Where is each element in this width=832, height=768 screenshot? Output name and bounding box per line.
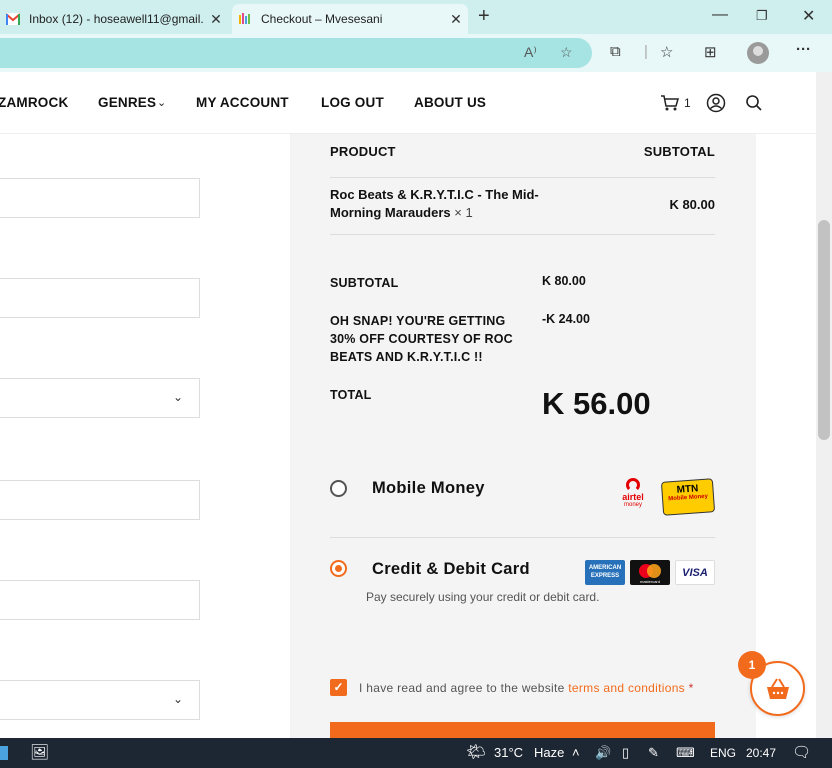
- read-aloud-icon[interactable]: A⁾: [524, 44, 537, 61]
- taskbar-app-icon[interactable]: [0, 746, 8, 760]
- extensions-icon[interactable]: ⧉: [610, 43, 621, 60]
- divider: [330, 177, 715, 178]
- subtotal-column-header: SUBTOTAL: [643, 144, 715, 159]
- product-price: K 80.00: [669, 197, 715, 212]
- tab-title: Inbox (12) - hoseawell11@gmail.com: [29, 12, 204, 26]
- more-menu-icon[interactable]: ···: [796, 41, 811, 58]
- nav-my-account[interactable]: MY ACCOUNT: [196, 95, 289, 110]
- address-bar[interactable]: A⁾ ☆: [0, 38, 592, 68]
- clock[interactable]: 20:47: [746, 746, 776, 760]
- windows-taskbar: 🖼 🌤 31°C Haze ˄ 🔊 ▯ ✎ ⌨ ENG 20:47 🗨: [0, 738, 832, 768]
- visa-logo: VISA: [675, 560, 715, 585]
- restore-icon[interactable]: ❐: [756, 8, 768, 24]
- pen-icon[interactable]: ✎: [648, 745, 659, 761]
- amex-logo: AMERICAN EXPRESS: [585, 560, 625, 585]
- total-label: TOTAL: [330, 388, 372, 402]
- billing-input[interactable]: [0, 480, 200, 520]
- taskbar-app-icon[interactable]: 🖼: [30, 743, 49, 761]
- basket-icon: [767, 678, 789, 699]
- weather-icon: 🌤: [466, 744, 487, 761]
- discount-label: OH SNAP! YOU'RE GETTING 30% OFF COURTESY…: [330, 314, 513, 364]
- nav-about-us[interactable]: ABOUT US: [414, 95, 486, 110]
- cart-count: 1: [684, 96, 691, 110]
- total-value: K 56.00: [542, 386, 651, 421]
- terms-link[interactable]: terms and conditions: [568, 681, 685, 695]
- mobile-money-radio[interactable]: [330, 480, 347, 497]
- subtotal-value: K 80.00: [542, 274, 586, 288]
- credit-card-label[interactable]: Credit & Debit Card: [372, 560, 530, 579]
- close-window-icon[interactable]: ✕: [802, 6, 815, 26]
- billing-select[interactable]: ⌄: [0, 680, 200, 720]
- profile-avatar[interactable]: [747, 42, 769, 64]
- mastercard-logo: mastercard: [630, 560, 670, 585]
- language-indicator[interactable]: ENG: [710, 746, 736, 760]
- account-icon[interactable]: [706, 93, 726, 113]
- svg-text:mastercard: mastercard: [640, 579, 660, 584]
- site-navigation: ZAMROCK GENRES ⌄ MY ACCOUNT LOG OUT ABOU…: [0, 72, 816, 134]
- place-order-button[interactable]: [330, 722, 715, 738]
- checkout-content: ⌄ ⌄ PRODUCT SUBTOTAL Roc Beats & K.R.Y.T…: [0, 134, 816, 738]
- battery-icon[interactable]: ▯: [622, 745, 629, 761]
- product-name: Roc Beats & K.R.Y.T.I.C - The Mid-Mornin…: [330, 187, 539, 220]
- chevron-down-icon: ⌄: [157, 97, 167, 109]
- add-favorite-icon[interactable]: ☆: [560, 44, 573, 61]
- terms-checkbox[interactable]: ✓: [330, 679, 347, 696]
- chevron-down-icon: ⌄: [172, 390, 183, 404]
- search-icon[interactable]: [745, 94, 763, 112]
- product-column-header: PRODUCT: [330, 144, 396, 159]
- tab-checkout[interactable]: Checkout – Mvesesani ✕: [232, 4, 468, 34]
- address-bar-row: A⁾ ☆ ⧉ | ☆ ⊞ ···: [0, 34, 832, 72]
- new-tab-button[interactable]: +: [478, 5, 490, 28]
- required-marker: *: [688, 681, 694, 695]
- temperature: 31°C: [494, 745, 524, 760]
- collections-icon[interactable]: ⊞: [704, 43, 717, 61]
- product-quantity: × 1: [454, 205, 473, 220]
- airtel-money-logo: airtel money: [618, 478, 648, 514]
- billing-input[interactable]: [0, 580, 200, 620]
- tab-title: Checkout – Mvesesani: [261, 12, 383, 26]
- mtn-mobile-money-logo: MTN Mobile Money: [660, 478, 716, 516]
- divider: [330, 234, 715, 235]
- close-tab-icon[interactable]: ✕: [444, 11, 468, 28]
- gmail-icon: [6, 13, 20, 25]
- scrollbar-thumb[interactable]: [818, 220, 830, 440]
- mobile-money-label[interactable]: Mobile Money: [372, 479, 485, 498]
- chevron-up-icon[interactable]: ˄: [572, 745, 580, 760]
- billing-input[interactable]: [0, 278, 200, 318]
- divider: [330, 537, 715, 538]
- nav-genres[interactable]: GENRES: [98, 95, 156, 110]
- discount-value: -K 24.00: [542, 312, 590, 326]
- divider: |: [644, 43, 648, 60]
- chevron-down-icon: ⌄: [172, 692, 183, 706]
- volume-icon[interactable]: 🔊: [595, 745, 611, 761]
- keyboard-icon[interactable]: ⌨: [676, 745, 695, 761]
- cart-badge: 1: [738, 651, 766, 679]
- billing-select[interactable]: ⌄: [0, 378, 200, 418]
- browser-tab-strip: Inbox (12) - hoseawell11@gmail.com ✕ Che…: [0, 0, 832, 34]
- favorites-icon[interactable]: ☆: [660, 43, 673, 61]
- order-review-panel: PRODUCT SUBTOTAL Roc Beats & K.R.Y.T.I.C…: [290, 134, 756, 738]
- nav-zamrock[interactable]: ZAMROCK: [0, 95, 68, 110]
- weather-text: Haze: [534, 745, 565, 760]
- terms-text: I have read and agree to the website ter…: [359, 681, 694, 695]
- minimize-icon[interactable]: —: [712, 6, 728, 24]
- billing-input[interactable]: [0, 178, 200, 218]
- close-tab-icon[interactable]: ✕: [204, 11, 228, 28]
- tab-inbox[interactable]: Inbox (12) - hoseawell11@gmail.com ✕: [0, 4, 228, 34]
- credit-card-radio[interactable]: [330, 560, 347, 577]
- site-favicon-icon: [239, 13, 250, 24]
- notifications-icon[interactable]: 🗨: [792, 743, 811, 761]
- subtotal-label: SUBTOTAL: [330, 276, 399, 290]
- nav-log-out[interactable]: LOG OUT: [321, 95, 384, 110]
- card-description: Pay securely using your credit or debit …: [366, 590, 600, 604]
- cart-icon[interactable]: [660, 94, 680, 112]
